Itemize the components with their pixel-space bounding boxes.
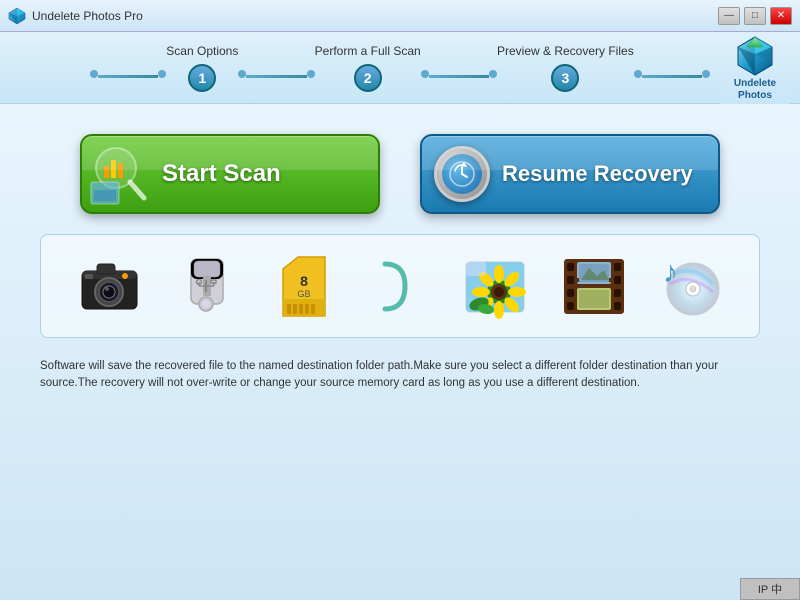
clock-outer (434, 146, 490, 202)
step-2-label: Perform a Full Scan (315, 44, 421, 58)
camera-icon (74, 251, 144, 321)
dot (702, 70, 710, 78)
sdcard-svg: 8 GB (273, 254, 333, 319)
clock-svg (447, 159, 477, 189)
close-button[interactable]: ✕ (770, 7, 792, 25)
connector-2-3 (421, 72, 497, 92)
resume-recovery-button[interactable]: Resume Recovery (420, 134, 720, 214)
film-svg (559, 254, 629, 319)
photo-icon (462, 251, 532, 321)
svg-text:♪: ♪ (663, 256, 678, 289)
sdcard-icon: 8 GB (268, 251, 338, 321)
start-scan-label: Start Scan (162, 160, 281, 188)
resume-recovery-label: Resume Recovery (502, 161, 693, 187)
usb-svg (179, 254, 234, 319)
connector-right-post (634, 72, 710, 92)
logo-area: Undelete Photos (720, 32, 790, 104)
step-1-label: Scan Options (166, 44, 238, 58)
dot (421, 70, 429, 78)
icon-panel: 8 GB (40, 234, 760, 338)
line (642, 75, 702, 78)
line (98, 75, 158, 78)
main-content: Start Scan Res (0, 104, 800, 600)
svg-text:GB: GB (298, 289, 311, 299)
clock-inner (442, 154, 482, 194)
dot (307, 70, 315, 78)
stepbar: Scan Options 1 Perform a Full Scan 2 Pre… (0, 32, 800, 104)
logo-icon (733, 34, 777, 78)
status-text: IP 中 (758, 581, 782, 597)
start-scan-button[interactable]: Start Scan (80, 134, 380, 214)
line (429, 75, 489, 78)
line (246, 75, 306, 78)
maximize-button[interactable]: □ (744, 7, 766, 25)
connector-left-pre (90, 72, 166, 92)
steps-container: Scan Options 1 Perform a Full Scan 2 Pre… (90, 44, 710, 92)
minimize-button[interactable]: — (718, 7, 740, 25)
app-title: Undelete Photos Pro (32, 9, 718, 23)
dot (238, 70, 246, 78)
bracket-svg (380, 254, 420, 319)
music-cd-icon: ♪ (655, 251, 725, 321)
scan-icon (82, 134, 162, 214)
logo-text: Undelete Photos (734, 78, 776, 102)
step-3-label: Preview & Recovery Files (497, 44, 634, 58)
photo-svg (464, 254, 529, 319)
app-icon (8, 7, 26, 25)
buttons-row: Start Scan Res (40, 134, 760, 214)
connector-1-2 (238, 72, 314, 92)
status-bar: IP 中 (740, 578, 800, 600)
step-3-circle: 3 (551, 64, 579, 92)
usb-drive-icon (171, 251, 241, 321)
dot (158, 70, 166, 78)
description-text: Software will save the recovered file to… (40, 358, 760, 393)
resume-icon (422, 134, 502, 214)
camera-svg (77, 256, 142, 316)
titlebar: Undelete Photos Pro — □ ✕ (0, 0, 800, 32)
dot (634, 70, 642, 78)
step-2-circle: 2 (354, 64, 382, 92)
step-2: Perform a Full Scan 2 (315, 44, 421, 92)
step-1: Scan Options 1 (166, 44, 238, 92)
window-controls: — □ ✕ (718, 7, 792, 25)
magnifier-chart-icon (86, 138, 158, 210)
step-1-circle: 1 (188, 64, 216, 92)
svg-text:8: 8 (300, 273, 308, 289)
dot (489, 70, 497, 78)
dot (90, 70, 98, 78)
film-icon (559, 251, 629, 321)
bracket-icon (365, 251, 435, 321)
step-3: Preview & Recovery Files 3 (497, 44, 634, 92)
music-svg: ♪ (658, 254, 723, 319)
